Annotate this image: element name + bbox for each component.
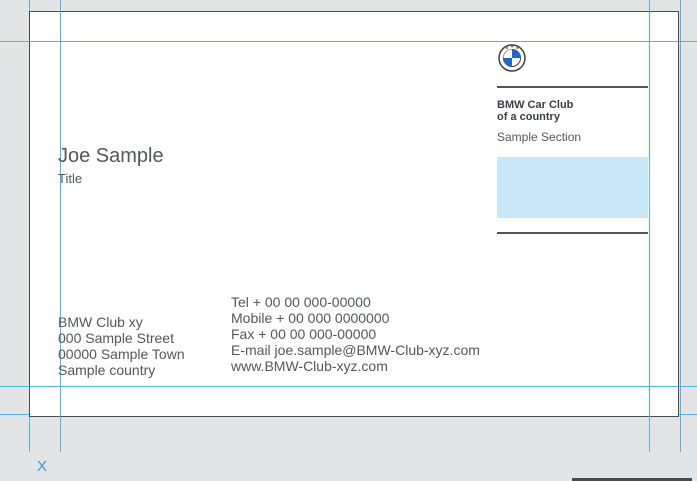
- club-name: BMW Car Club of a country: [497, 99, 573, 123]
- person-name: Joe Sample: [58, 145, 164, 167]
- guide-line-right-overlay: [649, 0, 650, 452]
- contact-phone: Tel + 00 00 000-00000: [231, 294, 371, 310]
- contact-email: E-mail joe.sample@BMW-Club-xyz.com: [231, 342, 480, 358]
- club-section: Sample Section: [497, 130, 582, 144]
- address-line: Sample country: [58, 362, 156, 378]
- photo-placeholder[interactable]: [497, 157, 648, 218]
- address-block: BMW Club xy 000 Sample Street 00000 Samp…: [58, 314, 185, 378]
- guide-line-left-overlay: [60, 0, 61, 452]
- guide-line-right-bleed: [680, 0, 681, 452]
- photo-divider: [497, 232, 648, 234]
- address-line: 000 Sample Street: [58, 330, 174, 346]
- club-name-line1: BMW Car Club: [497, 99, 574, 111]
- club-name-line2: of a country: [497, 111, 560, 123]
- address-line: 00000 Sample Town: [58, 346, 185, 362]
- crop-marker: X: [37, 458, 48, 475]
- contact-block: Tel + 00 00 000-00000 Mobile + 00 000 00…: [231, 294, 480, 374]
- contact-fax: Fax + 00 00 000-00000: [231, 326, 377, 342]
- person-title: Title: [58, 171, 83, 186]
- address-line: BMW Club xy: [58, 314, 143, 330]
- guide-line-top-overlay: [0, 41, 697, 42]
- guide-line-bottom-overlay: [0, 386, 697, 387]
- svg-text:W: W: [516, 46, 519, 50]
- contact-website: www.BMW-Club-xyz.com: [231, 358, 388, 374]
- contact-mobile: Mobile + 00 000 0000000: [231, 310, 390, 326]
- bmw-roundel-icon: B M W: [498, 44, 526, 72]
- header-divider: [497, 86, 648, 88]
